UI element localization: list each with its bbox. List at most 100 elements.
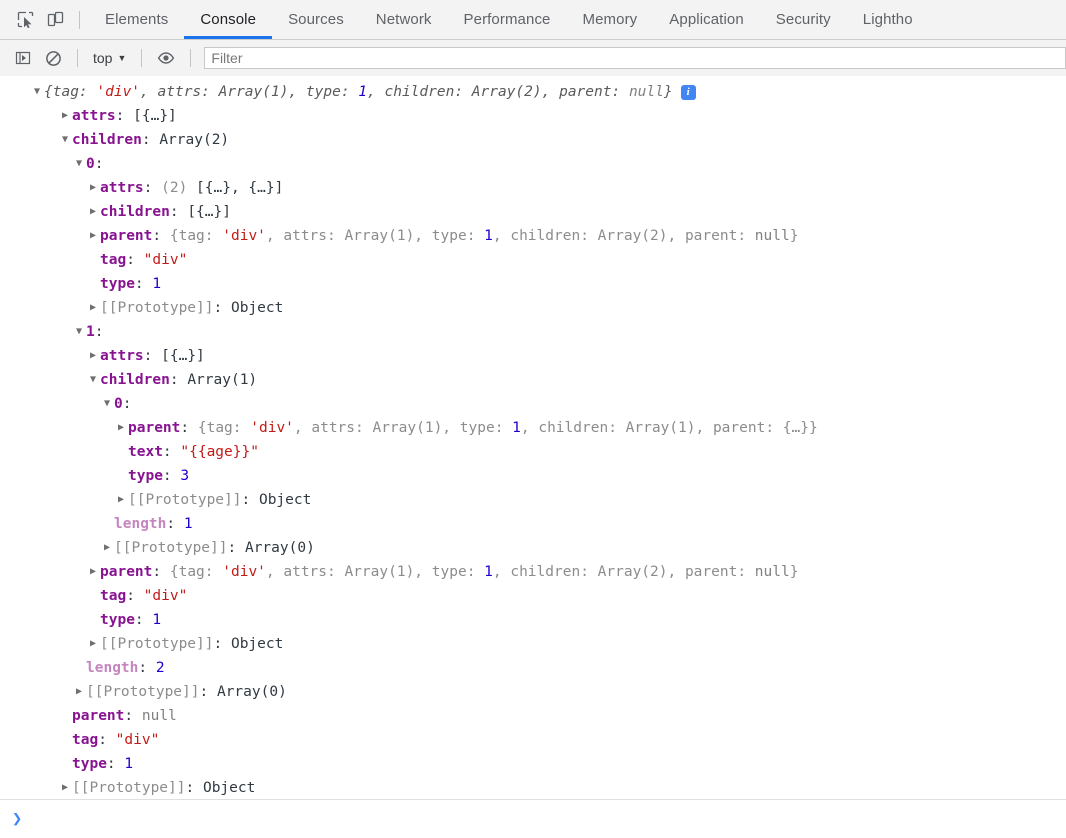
disclosure-triangle-expanded-icon[interactable]: ▼: [86, 368, 100, 392]
tab-memory[interactable]: Memory: [567, 0, 654, 39]
console-line-text: parent: {tag: 'div', attrs: Array(1), ty…: [100, 228, 799, 244]
console-line-text: type: 1: [72, 756, 134, 772]
console-line-child-1-children-length[interactable]: length: 1: [0, 512, 1066, 536]
panel-tabs: Elements Console Sources Network Perform…: [89, 0, 929, 39]
tab-elements[interactable]: Elements: [89, 0, 184, 39]
disclosure-triangle-collapsed-icon[interactable]: ▶: [58, 776, 72, 800]
console-line-child-1-attrs[interactable]: ▶ attrs: [{…}]: [0, 344, 1066, 368]
disclosure-triangle-collapsed-icon[interactable]: ▶: [86, 224, 100, 248]
console-line-child-1-child-0[interactable]: ▼ 0:: [0, 392, 1066, 416]
disclosure-triangle-collapsed-icon[interactable]: ▶: [114, 416, 128, 440]
disclosure-triangle-collapsed-icon[interactable]: ▶: [86, 176, 100, 200]
tab-application[interactable]: Application: [653, 0, 759, 39]
tab-console[interactable]: Console: [184, 0, 272, 39]
disclosure-triangle-collapsed-icon[interactable]: ▶: [86, 560, 100, 584]
console-line-child-0-children[interactable]: ▶ children: [{…}]: [0, 200, 1066, 224]
console-line-child-0-prototype[interactable]: ▶ [[Prototype]]: Object: [0, 296, 1066, 320]
chevron-down-icon: ▼: [117, 53, 127, 63]
console-line-child-0-tag[interactable]: tag: "div": [0, 248, 1066, 272]
console-line-child-0-attrs[interactable]: ▶ attrs: (2) [{…}, {…}]: [0, 176, 1066, 200]
disclosure-triangle-expanded-icon[interactable]: ▼: [30, 80, 44, 104]
console-line-child-0-type[interactable]: type: 1: [0, 272, 1066, 296]
console-line-root-prototype[interactable]: ▶ [[Prototype]]: Object: [0, 776, 1066, 800]
console-line-text-node-prototype[interactable]: ▶ [[Prototype]]: Object: [0, 488, 1066, 512]
tab-performance[interactable]: Performance: [448, 0, 567, 39]
console-line-text: children: Array(2): [72, 132, 230, 148]
console-line-text: text: "{{age}}": [128, 444, 259, 460]
console-line-text-node-text[interactable]: text: "{{age}}": [0, 440, 1066, 464]
tab-sources[interactable]: Sources: [272, 0, 360, 39]
console-line-text: [[Prototype]]: Object: [128, 492, 312, 508]
disclosure-triangle-collapsed-icon[interactable]: ▶: [100, 536, 114, 560]
console-line-text-node-type[interactable]: type: 3: [0, 464, 1066, 488]
console-line-child-1-type[interactable]: type: 1: [0, 608, 1066, 632]
console-toolbar-divider-2: [141, 49, 143, 67]
console-line-child-1-children-prototype[interactable]: ▶ [[Prototype]]: Array(0): [0, 536, 1066, 560]
clear-console-icon[interactable]: [38, 43, 68, 73]
console-line-text: parent: {tag: 'div', attrs: Array(1), ty…: [100, 564, 799, 580]
console-line-root-tag[interactable]: tag: "div": [0, 728, 1066, 752]
info-badge-icon[interactable]: i: [680, 84, 696, 100]
tab-label: Lightho: [862, 11, 913, 28]
console-line-child-1-prototype[interactable]: ▶ [[Prototype]]: Object: [0, 632, 1066, 656]
console-line-text: tag: "div": [100, 588, 188, 604]
context-selector-label: top: [93, 50, 113, 66]
disclosure-triangle-collapsed-icon[interactable]: ▶: [86, 296, 100, 320]
console-line-child-0-parent[interactable]: ▶ parent: {tag: 'div', attrs: Array(1), t…: [0, 224, 1066, 248]
console-line-text: tag: "div": [100, 252, 188, 268]
console-line-text: type: 1: [100, 612, 162, 628]
context-selector[interactable]: top ▼: [87, 48, 132, 68]
disclosure-triangle-expanded-icon[interactable]: ▼: [72, 152, 86, 176]
toolbar-divider: [79, 10, 80, 29]
disclosure-triangle-expanded-icon[interactable]: ▼: [58, 128, 72, 152]
console-prompt-input[interactable]: [30, 800, 1066, 838]
console-line-text: children: Array(1): [100, 372, 258, 388]
console-output[interactable]: ▼ {tag: 'div', attrs: Array(1), type: 1, …: [0, 76, 1066, 800]
tab-label: Performance: [463, 11, 551, 28]
tab-label: Memory: [582, 11, 638, 28]
console-toolbar-divider-1: [77, 49, 78, 67]
console-line-text-node-parent[interactable]: ▶ parent: {tag: 'div', attrs: Array(1), t…: [0, 416, 1066, 440]
console-sidebar-icon[interactable]: [8, 43, 38, 73]
disclosure-triangle-collapsed-icon[interactable]: ▶: [72, 680, 86, 704]
console-line-root-parent[interactable]: parent: null: [0, 704, 1066, 728]
devtools-window: Elements Console Sources Network Perform…: [0, 0, 1066, 838]
console-line-text: attrs: (2) [{…}, {…}]: [100, 180, 284, 196]
console-line-root-object[interactable]: ▼ {tag: 'div', attrs: Array(1), type: 1, …: [0, 80, 1066, 104]
disclosure-triangle-collapsed-icon[interactable]: ▶: [58, 104, 72, 128]
tab-security[interactable]: Security: [760, 0, 847, 39]
disclosure-triangle-collapsed-icon[interactable]: ▶: [114, 488, 128, 512]
disclosure-triangle-collapsed-icon[interactable]: ▶: [86, 200, 100, 224]
console-line-text: tag: "div": [72, 732, 160, 748]
eye-icon[interactable]: [151, 43, 181, 73]
tab-label: Application: [669, 11, 744, 28]
console-line-text: {tag: 'div', attrs: Array(1), type: 1, c…: [44, 84, 673, 100]
inspect-element-icon[interactable]: [10, 5, 40, 35]
disclosure-triangle-collapsed-icon[interactable]: ▶: [86, 632, 100, 656]
disclosure-triangle-expanded-icon[interactable]: ▼: [72, 320, 86, 344]
tab-lighthouse[interactable]: Lightho: [847, 0, 929, 39]
tab-label: Sources: [288, 11, 344, 28]
console-line-child-1-parent[interactable]: ▶ parent: {tag: 'div', attrs: Array(1), t…: [0, 560, 1066, 584]
console-line-text: 0:: [114, 396, 132, 412]
filter-input[interactable]: Filter: [204, 47, 1066, 69]
tab-network[interactable]: Network: [360, 0, 448, 39]
console-line-root-children-length[interactable]: length: 2: [0, 656, 1066, 680]
console-line-text: type: 1: [100, 276, 162, 292]
console-line-child-1-children[interactable]: ▼ children: Array(1): [0, 368, 1066, 392]
console-line-child-0[interactable]: ▼ 0:: [0, 152, 1066, 176]
console-line-root-attrs[interactable]: ▶ attrs: [{…}]: [0, 104, 1066, 128]
console-line-root-children-prototype[interactable]: ▶ [[Prototype]]: Array(0): [0, 680, 1066, 704]
disclosure-triangle-collapsed-icon[interactable]: ▶: [86, 344, 100, 368]
console-line-text: attrs: [{…}]: [100, 348, 205, 364]
devtools-tool-icons: [0, 0, 89, 39]
console-line-root-type[interactable]: type: 1: [0, 752, 1066, 776]
console-line-root-children[interactable]: ▼ children: Array(2): [0, 128, 1066, 152]
console-line-child-1-tag[interactable]: tag: "div": [0, 584, 1066, 608]
console-prompt-row[interactable]: ❯: [0, 799, 1066, 838]
disclosure-triangle-expanded-icon[interactable]: ▼: [100, 392, 114, 416]
devtools-tabbar: Elements Console Sources Network Perform…: [0, 0, 1066, 40]
console-line-child-1[interactable]: ▼ 1:: [0, 320, 1066, 344]
console-line-text: 0:: [86, 156, 104, 172]
device-toolbar-icon[interactable]: [40, 5, 70, 35]
